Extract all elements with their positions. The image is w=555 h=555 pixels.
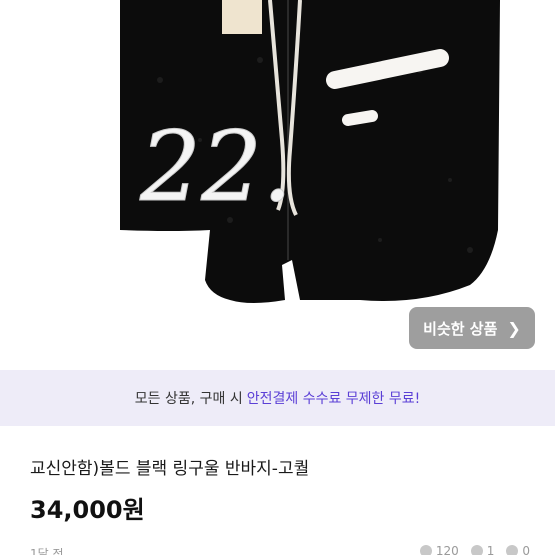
listing-stats: 120 1 0 <box>419 544 530 555</box>
chevron-right-icon: ❯ <box>507 318 521 338</box>
chat-icon <box>506 545 519 555</box>
listing-meta: 1달 전 120 1 0 <box>30 544 530 555</box>
watermark-text: 22. <box>139 111 293 223</box>
product-photo[interactable]: 22. 비슷한 상품 ❯ <box>0 0 555 370</box>
safe-payment-banner[interactable]: 모든 상품, 구매 시 안전결제 수수료 무제한 무료! <box>0 370 555 426</box>
views-stat: 120 <box>419 544 459 555</box>
heart-icon <box>470 545 483 555</box>
banner-accent-text: 안전결제 수수료 무제한 무료! <box>246 391 421 407</box>
eye-icon <box>419 545 432 555</box>
chats-count: 0 <box>522 544 530 555</box>
product-price: 34,000원 <box>30 496 145 524</box>
similar-products-button[interactable]: 비슷한 상품 ❯ <box>409 307 535 349</box>
product-title: 교신안함)볼드 블랙 링구울 반바지-고퀄 <box>30 459 310 479</box>
likes-stat: 1 <box>470 544 495 555</box>
chats-stat: 0 <box>506 544 530 555</box>
similar-products-label: 비슷한 상품 <box>423 319 498 338</box>
likes-count: 1 <box>486 544 495 555</box>
banner-text: 모든 상품, 구매 시 <box>134 391 243 407</box>
views-count: 120 <box>435 544 459 555</box>
time-ago: 1달 전 <box>30 547 64 555</box>
